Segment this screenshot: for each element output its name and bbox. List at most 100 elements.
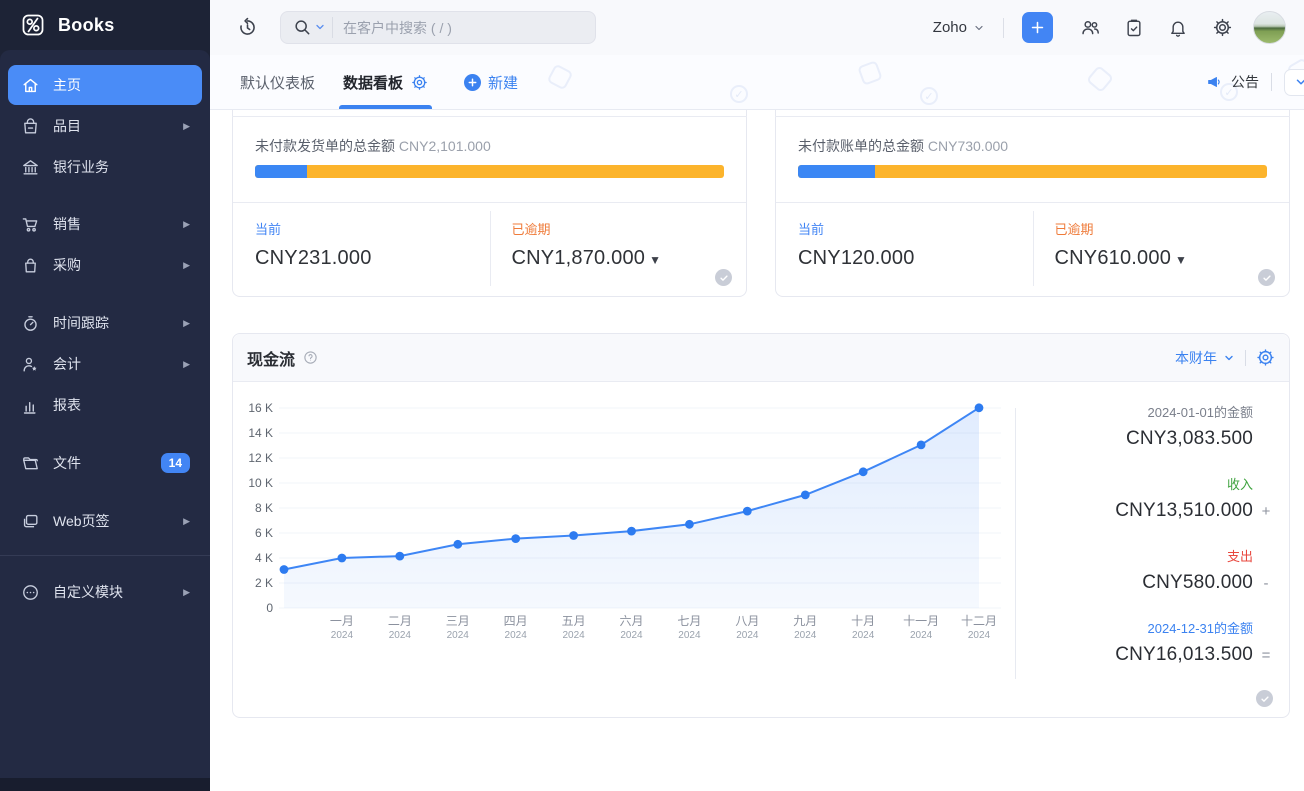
check-circle-icon[interactable] (715, 269, 732, 286)
chevron-right-icon: ▶ (183, 260, 190, 271)
chevron-right-icon: ▶ (183, 219, 190, 230)
svg-text:2024: 2024 (562, 630, 585, 641)
bell-icon[interactable] (1167, 17, 1189, 39)
cashflow-settings-gear-icon[interactable] (1256, 348, 1275, 367)
dashboard-settings-gear-icon[interactable] (411, 74, 428, 91)
overdue-column: 已逾期 CNY1,870.000▼ (490, 203, 747, 296)
cart-icon (20, 214, 40, 234)
svg-text:十一月: 十一月 (903, 614, 939, 628)
check-circle-icon[interactable] (1258, 269, 1275, 286)
decor-shape (1086, 65, 1114, 93)
search-scope-chevron-icon[interactable] (314, 21, 326, 33)
sidebar-item-time-tracking[interactable]: 时间跟踪 ▶ (8, 303, 202, 343)
sidebar-item-accountant[interactable]: 会计 ▶ (8, 344, 202, 384)
svg-text:2024: 2024 (620, 630, 643, 641)
current-value: CNY120.000 (798, 247, 1011, 270)
card-top-divider (232, 110, 747, 117)
folder-icon (20, 453, 40, 473)
search-icon[interactable] (292, 17, 312, 37)
stopwatch-icon (20, 313, 40, 333)
sidebar-item-web-tabs[interactable]: Web页签 ▶ (8, 501, 202, 541)
sidebar-item-label: 文件 (53, 453, 81, 473)
cashflow-card: 现金流 本财年 (232, 333, 1290, 718)
decor-shape: ✓ (920, 87, 938, 105)
cashflow-chart[interactable]: 02 K4 K6 K8 K10 K12 K14 K16 K一月2024二月202… (239, 390, 1019, 670)
chevron-right-icon: ▶ (183, 121, 190, 132)
announcements-button[interactable]: 公告 (1206, 72, 1259, 92)
unpaid-bills-progress[interactable] (798, 165, 1267, 178)
chevron-right-icon: ▶ (183, 359, 190, 370)
bank-icon (20, 157, 40, 177)
triangle-down-icon: ▼ (1175, 253, 1187, 267)
sidebar: Books 主页 品目 ▶ (0, 0, 210, 791)
org-selector[interactable]: Zoho (933, 19, 985, 36)
sidebar-menu: 主页 品目 ▶ 银行业务 (0, 50, 210, 778)
decor-shape: ✓ (730, 85, 748, 103)
clipboard-check-icon[interactable] (1123, 17, 1145, 39)
svg-text:九月: 九月 (793, 614, 817, 628)
sidebar-item-items[interactable]: 品目 ▶ (8, 106, 202, 146)
period-selector[interactable]: 本财年 (1175, 348, 1235, 368)
svg-text:8 K: 8 K (255, 501, 273, 515)
help-question-icon[interactable] (303, 350, 318, 365)
quick-create-button[interactable] (1022, 12, 1053, 43)
sidebar-item-sales[interactable]: 销售 ▶ (8, 204, 202, 244)
purchases-bag-icon (20, 255, 40, 275)
decor-shape (857, 60, 883, 86)
svg-text:五月: 五月 (562, 614, 586, 628)
svg-text:2024: 2024 (968, 630, 991, 641)
gear-icon[interactable] (1211, 17, 1233, 39)
users-icon[interactable] (1079, 17, 1101, 39)
svg-text:三月: 三月 (446, 614, 470, 628)
period-label: 本财年 (1175, 348, 1217, 368)
app-logo[interactable]: Books (0, 0, 210, 50)
new-dashboard-button[interactable]: 新建 (464, 72, 518, 93)
overdue-label: 已逾期 (1055, 219, 1268, 238)
overdue-value: CNY610.000 (1055, 247, 1172, 269)
svg-text:八月: 八月 (735, 614, 759, 628)
sidebar-item-banking[interactable]: 银行业务 (8, 147, 202, 187)
sidebar-item-label: 自定义模块 (53, 582, 123, 602)
decor-shape (546, 63, 573, 90)
overdue-label: 已逾期 (512, 219, 725, 238)
topbar-divider (1003, 18, 1004, 38)
svg-text:2024: 2024 (678, 630, 701, 641)
unpaid-bills-title-row: 未付款账单的总金额 CNY730.000 (798, 117, 1267, 156)
svg-text:2024: 2024 (331, 630, 354, 641)
sidebar-item-reports[interactable]: 报表 (8, 385, 202, 425)
outgoing-value: CNY580.000 (1142, 572, 1253, 594)
plus-circle-icon (464, 74, 481, 91)
tab-data-dashboard[interactable]: 数据看板 (329, 55, 442, 109)
overdue-value-dropdown[interactable]: CNY1,870.000▼ (512, 247, 725, 270)
tab-default-dashboard[interactable]: 默认仪表板 (226, 55, 329, 109)
sidebar-item-documents[interactable]: 文件 14 (8, 443, 202, 483)
history-icon[interactable] (236, 17, 258, 39)
equals-sign: = (1253, 647, 1279, 664)
sidebar-item-purchases[interactable]: 采购 ▶ (8, 245, 202, 285)
sidebar-item-custom-modules[interactable]: 自定义模块 ▶ (8, 572, 202, 612)
chevron-right-icon: ▶ (183, 516, 190, 527)
invoice-progress-current (255, 165, 307, 178)
stat-cards-row: 未付款发货单的总金额 CNY2,101.000 当前 CNY231.000 (232, 110, 1290, 297)
search-input[interactable] (280, 11, 596, 44)
unpaid-invoices-progress[interactable] (255, 165, 724, 178)
cashflow-header: 现金流 本财年 (233, 334, 1289, 382)
cashflow-header-right: 本财年 (1175, 348, 1275, 368)
collapse-panel-button[interactable] (1284, 69, 1304, 96)
svg-text:2024: 2024 (794, 630, 817, 641)
announcements-label: 公告 (1231, 72, 1259, 92)
sidebar-item-home[interactable]: 主页 (8, 65, 202, 105)
outgoing-block: 支出 CNY580.000- (1016, 546, 1279, 594)
unpaid-bills-breakdown: 当前 CNY120.000 已逾期 CNY610.000▼ (776, 202, 1289, 296)
cashflow-title: 现金流 (247, 346, 295, 370)
check-circle-icon[interactable] (1256, 690, 1273, 707)
svg-text:14 K: 14 K (248, 426, 273, 440)
opening-balance-value: CNY3,083.500 (1126, 428, 1253, 450)
overdue-value-dropdown[interactable]: CNY610.000▼ (1055, 247, 1268, 270)
unpaid-invoices-breakdown: 当前 CNY231.000 已逾期 CNY1,870.000▼ (233, 202, 746, 296)
current-column: 当前 CNY231.000 (233, 203, 490, 296)
avatar[interactable] (1253, 11, 1286, 44)
overdue-column: 已逾期 CNY610.000▼ (1033, 203, 1290, 296)
svg-text:4 K: 4 K (255, 551, 273, 565)
svg-text:2024: 2024 (505, 630, 528, 641)
